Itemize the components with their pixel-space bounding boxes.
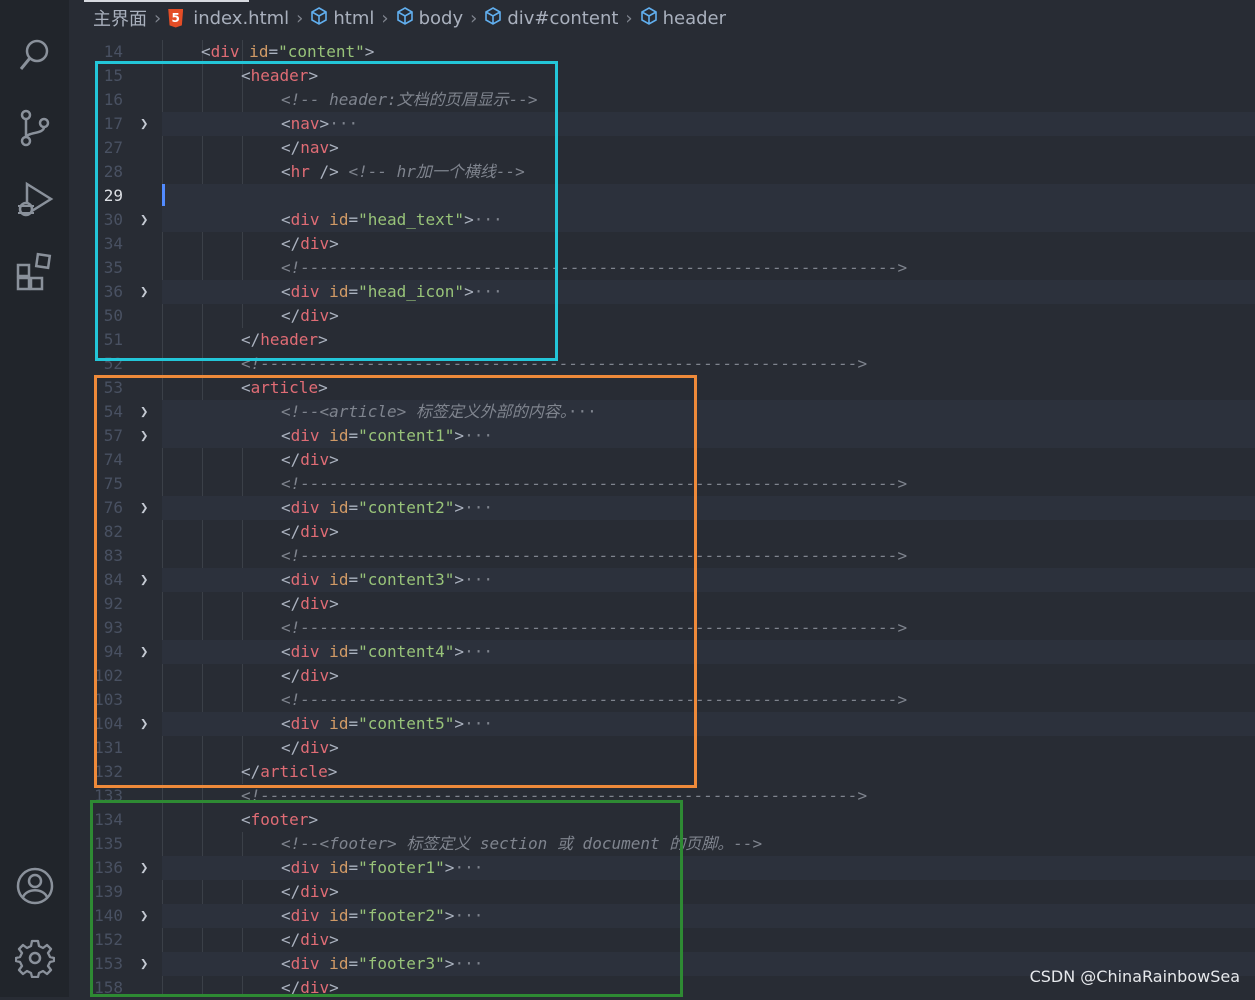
chevron-right-icon: ›	[625, 7, 633, 29]
element-cube-icon	[310, 6, 328, 30]
element-cube-icon	[640, 6, 658, 30]
element-cube-icon	[484, 6, 502, 30]
footer-section-highlight	[90, 800, 683, 997]
code-token: <	[201, 42, 211, 61]
breadcrumb-item-body[interactable]: body	[419, 8, 464, 29]
element-cube-icon	[396, 6, 414, 30]
code-token: div	[210, 42, 240, 61]
code-token: =	[268, 42, 279, 61]
chevron-right-icon: ›	[470, 7, 478, 29]
code-token: "content"	[278, 42, 365, 61]
breadcrumb: 主界面 › 5 index.html › html › body › div#c…	[93, 0, 726, 36]
chevron-right-icon: ›	[296, 7, 304, 29]
breadcrumb-item-header[interactable]: header	[663, 8, 726, 29]
code-token: >	[364, 42, 375, 61]
html5-icon: 5	[168, 8, 184, 28]
chevron-right-icon: ›	[154, 7, 162, 29]
breadcrumb-root[interactable]: 主界面	[93, 5, 147, 31]
article-section-highlight	[94, 375, 697, 788]
code-token: id	[239, 42, 269, 61]
chevron-right-icon: ›	[381, 7, 389, 29]
breadcrumb-item-html[interactable]: html	[333, 8, 374, 29]
watermark: CSDN @ChinaRainbowSea	[1029, 967, 1240, 986]
breadcrumb-file[interactable]: index.html	[193, 8, 289, 29]
breadcrumb-item-div-content[interactable]: div#content	[507, 8, 618, 29]
header-section-highlight	[95, 61, 558, 361]
